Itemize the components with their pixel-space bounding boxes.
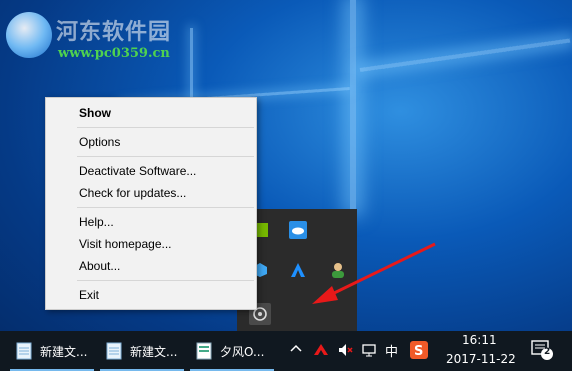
taskbar-app-label: 新建文...: [40, 344, 88, 359]
taskbar-app-label: 夕风O...: [220, 344, 265, 359]
taskbar-app-notepad-1[interactable]: 新建文...: [14, 331, 87, 371]
network-icon[interactable]: [361, 342, 377, 362]
menu-item-about[interactable]: About...: [79, 259, 120, 273]
notification-count-badge: 2: [544, 347, 551, 357]
menu-item-show[interactable]: Show: [79, 106, 111, 120]
document-icon: [196, 342, 212, 360]
svg-text:S: S: [414, 344, 423, 359]
taskbar-app-document[interactable]: 夕风O...: [194, 331, 264, 371]
tray-app-red-icon[interactable]: [312, 341, 330, 361]
taskbar-app-notepad-2[interactable]: 新建文...: [104, 331, 177, 371]
menu-item-check-updates[interactable]: Check for updates...: [79, 186, 186, 200]
menu-separator: [77, 156, 254, 157]
menu-separator: [77, 127, 254, 128]
clock-date[interactable]: 2017-11-22: [446, 352, 516, 366]
menu-item-exit[interactable]: Exit: [79, 288, 99, 302]
tray-context-menu: Show Options Deactivate Software... Chec…: [45, 97, 257, 310]
menu-separator: [77, 280, 254, 281]
menu-item-visit-homepage[interactable]: Visit homepage...: [79, 237, 172, 251]
menu-item-help[interactable]: Help...: [79, 215, 114, 229]
notepad-icon: [16, 342, 32, 360]
clock-time[interactable]: 16:11: [462, 333, 497, 347]
show-hidden-icons-chevron-icon[interactable]: [290, 342, 302, 357]
notepad-icon: [106, 342, 122, 360]
menu-item-deactivate[interactable]: Deactivate Software...: [79, 164, 196, 178]
ime-indicator[interactable]: 中: [385, 341, 398, 360]
menu-item-options[interactable]: Options: [79, 135, 120, 149]
menu-separator: [77, 207, 254, 208]
action-center-icon[interactable]: 2: [530, 339, 554, 365]
sogou-input-icon[interactable]: S: [410, 341, 428, 363]
taskbar-app-label: 新建文...: [130, 344, 178, 359]
volume-muted-icon[interactable]: [337, 342, 353, 362]
